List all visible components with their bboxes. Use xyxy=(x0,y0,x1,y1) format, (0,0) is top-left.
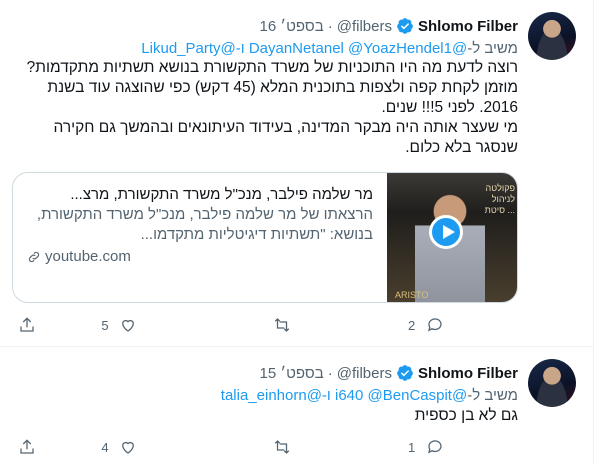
author-handle[interactable]: @filbers xyxy=(337,18,392,35)
link-icon xyxy=(28,251,40,263)
tweet-text-paragraph: רוצה לדעת מה היו התוכניות של משרד התקשור… xyxy=(26,59,518,116)
tweet-text: רוצה לדעת מה היו התוכניות של משרד התקשור… xyxy=(18,58,518,158)
thumbnail-logo: ARISTO xyxy=(395,290,429,300)
tweet-timestamp[interactable]: 15 בספט׳ xyxy=(260,365,324,382)
verified-badge-icon xyxy=(397,365,413,381)
reply-button[interactable]: 2 xyxy=(408,316,518,334)
share-icon xyxy=(20,317,34,332)
author-name[interactable]: Shlomo Filber xyxy=(418,18,518,35)
tweet-actions: 2 5 xyxy=(18,315,518,335)
avatar[interactable] xyxy=(528,12,576,60)
tweet[interactable]: Shlomo Filber @filbers · 16 בספט׳ משיב ל… xyxy=(0,0,594,347)
tweet-actions: 1 4 xyxy=(18,437,518,457)
verified-badge-icon xyxy=(397,18,413,34)
reply-context: משיב ל-@i640 @BenCaspit ו-@talia_einhorn xyxy=(221,387,518,404)
like-count: 5 xyxy=(101,317,109,333)
reply-icon xyxy=(428,440,442,454)
link-preview-card[interactable]: פקולטה לניהול ... סיטת תל-א ARISTO מר של… xyxy=(12,172,518,303)
tweet-timestamp[interactable]: 16 בספט׳ xyxy=(260,18,324,35)
retweet-icon xyxy=(274,318,289,332)
play-icon[interactable] xyxy=(429,215,463,249)
author-handle[interactable]: @filbers xyxy=(337,365,392,382)
like-button[interactable]: 5 xyxy=(101,316,211,334)
retweet-button[interactable] xyxy=(255,438,365,456)
tweet-header: Shlomo Filber @filbers · 16 בספט׳ xyxy=(260,16,519,36)
tweet-text-paragraph: גם לא בן כספית xyxy=(414,407,518,424)
like-count: 4 xyxy=(101,439,109,455)
reply-context: משיב ל-@DayanNetanel @YoazHendel1 ו-@Lik… xyxy=(141,40,518,57)
card-domain: youtube.com xyxy=(27,247,373,267)
tweet-text: גם לא בן כספית xyxy=(18,406,518,426)
separator-dot: · xyxy=(327,17,333,35)
reply-prefix: משיב ל- xyxy=(467,387,518,404)
retweet-button[interactable] xyxy=(255,316,365,334)
card-domain-text: youtube.com xyxy=(45,248,131,265)
tweet-header: Shlomo Filber @filbers · 15 בספט׳ xyxy=(260,363,519,383)
share-icon xyxy=(20,439,34,454)
reply-button[interactable]: 1 xyxy=(408,438,518,456)
avatar[interactable] xyxy=(528,359,576,407)
reply-mentions[interactable]: @DayanNetanel @YoazHendel1 ו-@Likud_Part… xyxy=(141,40,467,57)
share-button[interactable] xyxy=(18,438,58,456)
like-icon xyxy=(122,319,135,332)
tweet[interactable]: Shlomo Filber @filbers · 15 בספט׳ משיב ל… xyxy=(0,347,594,464)
like-icon xyxy=(122,441,135,454)
retweet-icon xyxy=(274,440,289,454)
reply-prefix: משיב ל- xyxy=(467,40,518,57)
reply-count: 2 xyxy=(407,317,416,333)
card-text: מר שלמה פילבר, מנכ"ל משרד התקשורת, מרצ..… xyxy=(13,173,387,302)
author-name[interactable]: Shlomo Filber xyxy=(418,365,518,382)
tweet-text-paragraph: מי שעצר אותה היה מבקר המדינה, בעידוד העי… xyxy=(53,119,518,156)
like-button[interactable]: 4 xyxy=(101,438,211,456)
video-thumbnail[interactable]: פקולטה לניהול ... סיטת תל-א ARISTO xyxy=(387,173,517,302)
thumbnail-banner: פקולטה לניהול ... סיטת תל-א xyxy=(484,183,515,213)
separator-dot: · xyxy=(327,364,333,382)
reply-icon xyxy=(428,318,442,332)
reply-count: 1 xyxy=(407,439,416,455)
card-description: הרצאתו של מר שלמה פילבר, מנכ"ל משרד התקש… xyxy=(36,206,373,243)
reply-mentions[interactable]: @i640 @BenCaspit ו-@talia_einhorn xyxy=(221,387,467,404)
share-button[interactable] xyxy=(18,316,58,334)
card-title: מר שלמה פילבר, מנכ"ל משרד התקשורת, מרצ..… xyxy=(70,186,373,203)
